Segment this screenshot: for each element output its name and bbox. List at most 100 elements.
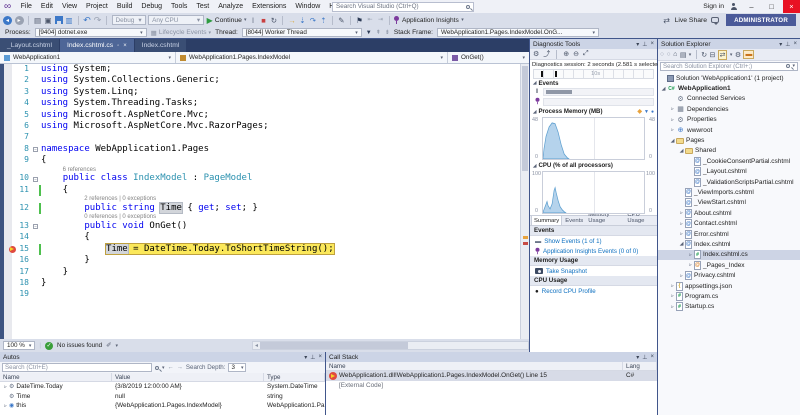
take-snapshot-link[interactable]: Take Snapshot	[530, 266, 657, 276]
breakpoint-margin[interactable]	[0, 64, 12, 75]
codelens-indicator[interactable]: 2 references | 0 exceptions	[41, 196, 156, 203]
outline-margin[interactable]	[32, 214, 39, 221]
codelens-row[interactable]: 0 references | 0 exceptions	[0, 214, 520, 221]
document-tab[interactable]: Index.cshtml	[135, 39, 187, 52]
project-dropdown[interactable]: WebApplication1▾	[0, 52, 176, 63]
redo-icon[interactable]: ↷	[94, 15, 102, 26]
breakpoint-margin[interactable]	[0, 87, 12, 98]
tree-item[interactable]: ▹#Startup.cs	[658, 302, 800, 312]
maximize-button[interactable]: □	[763, 0, 780, 13]
bookmark-icon[interactable]: ⚑	[355, 15, 363, 26]
menu-window[interactable]: Window	[291, 0, 325, 13]
expander-icon[interactable]: ▹	[678, 210, 685, 216]
tree-item[interactable]: ▹@Error.cshtml	[658, 229, 800, 239]
outline-margin[interactable]	[32, 244, 39, 255]
stack-frame-dropdown[interactable]: WebApplication1.Pages.IndexModel.OnG...▾	[437, 28, 599, 38]
outline-margin[interactable]	[32, 185, 39, 196]
breakpoint-margin[interactable]	[0, 244, 12, 255]
undo-icon[interactable]: ↶	[83, 15, 91, 26]
show-events-link[interactable]: ▬ Show Events (1 of 1)	[530, 236, 657, 246]
outline-margin[interactable]	[32, 232, 39, 243]
tree-item[interactable]: ▹@About.cshtml	[658, 208, 800, 218]
open-file-icon[interactable]: ▣	[44, 15, 52, 26]
navigate-back-icon[interactable]: ◂	[3, 16, 12, 25]
outline-margin[interactable]	[32, 301, 39, 339]
save-icon[interactable]	[55, 16, 63, 24]
tree-item[interactable]: ▹▦Dependencies	[658, 104, 800, 114]
editor-vertical-scrollbar[interactable]	[520, 64, 529, 339]
prev-frame-icon[interactable]: ⇞	[376, 29, 381, 36]
tree-item[interactable]: ▹@_Pages_Index	[658, 260, 800, 270]
tree-item[interactable]: @_ValidationScriptsPartial.cshtml	[658, 177, 800, 187]
record-cpu-link[interactable]: ● Record CPU Profile	[530, 286, 657, 296]
type-dropdown[interactable]: WebApplication1.Pages.IndexModel▾	[176, 52, 448, 63]
tree-item[interactable]: @_ViewImports.cshtml	[658, 187, 800, 197]
lifecycle-events-dropdown[interactable]: ▦ Lifecycle Events▾	[151, 29, 211, 37]
process-dropdown[interactable]: [9404] dotnet.exe▾	[35, 28, 147, 38]
autos-row[interactable]: ▹◉this{WebApplication1.Pages.IndexModel}…	[0, 401, 325, 411]
close-icon[interactable]: ×	[318, 354, 322, 360]
memory-section-header[interactable]: ◢Process Memory (MB) ◆ ▼ ●	[530, 107, 657, 116]
back-icon[interactable]: ○	[660, 51, 664, 58]
breakpoint-margin[interactable]	[0, 278, 12, 289]
breakpoint-margin[interactable]	[0, 221, 12, 232]
breakpoint-margin[interactable]	[0, 301, 12, 339]
outline-margin[interactable]	[32, 203, 39, 214]
codelens-indicator[interactable]: 0 references | 0 exceptions	[41, 214, 156, 221]
application-insights-dropdown[interactable]: Application Insights	[402, 17, 459, 24]
outline-margin[interactable]	[32, 75, 39, 86]
expander-icon[interactable]: ▹	[669, 293, 676, 299]
expander-icon[interactable]: ▹	[678, 221, 685, 227]
prev-bookmark-icon[interactable]: ⇤	[366, 15, 374, 26]
pin-icon[interactable]: ⊥	[785, 41, 790, 48]
close-button[interactable]: ×	[783, 0, 800, 13]
sign-in-link[interactable]: Sign in	[703, 3, 724, 10]
reset-view-icon[interactable]: ⤢	[583, 50, 589, 58]
info-icon[interactable]: ●	[651, 109, 654, 115]
pin-icon[interactable]: ⊥	[642, 41, 647, 48]
menu-extensions[interactable]: Extensions	[248, 0, 291, 13]
pin-icon[interactable]: ⊥	[310, 354, 315, 361]
expander-icon[interactable]: ▹	[2, 384, 9, 390]
preview-selected-items-icon[interactable]: ▬	[743, 50, 754, 59]
code-cleanup-icon[interactable]: ✐	[106, 342, 111, 349]
expander-icon[interactable]: ◢	[678, 241, 685, 247]
expander-icon[interactable]: ▹	[678, 273, 685, 279]
window-position-icon[interactable]: ▾	[636, 41, 639, 48]
show-next-statement-icon[interactable]: →	[288, 15, 296, 26]
outline-margin[interactable]	[32, 132, 39, 143]
menu-analyze[interactable]: Analyze	[214, 0, 248, 13]
autos-column-header[interactable]: Type	[264, 373, 325, 381]
expander-icon[interactable]: ▹	[669, 106, 676, 112]
solution-search-input[interactable]: Search Solution Explorer (Ctrl+;) ▾	[660, 62, 798, 71]
menu-view[interactable]: View	[57, 0, 81, 13]
codelens-indicator[interactable]: 6 references	[41, 167, 96, 174]
outline-margin[interactable]	[32, 267, 39, 278]
expander-icon[interactable]: ▹	[687, 262, 694, 268]
tree-item[interactable]: @_ViewStart.cshtml	[658, 198, 800, 208]
collapse-box-icon[interactable]: −	[33, 177, 38, 182]
search-depth-dropdown[interactable]: 3▾	[228, 363, 246, 372]
call-stack-column-header[interactable]: Name	[326, 362, 623, 370]
breakpoint-margin[interactable]	[0, 173, 12, 184]
next-bookmark-icon[interactable]: ⇥	[376, 15, 384, 26]
breakpoint-margin[interactable]	[0, 203, 12, 214]
close-icon[interactable]: ×	[650, 354, 654, 360]
call-stack-frame[interactable]: WebApplication1.dll!WebApplication1.Page…	[326, 371, 657, 381]
step-over-icon[interactable]: ↷	[309, 15, 317, 26]
autos-column-header[interactable]: Value	[112, 373, 264, 381]
window-position-icon[interactable]: ▾	[304, 354, 307, 361]
breakpoint-margin[interactable]	[0, 132, 12, 143]
step-into-icon[interactable]: ⇣	[298, 15, 306, 26]
expander-icon[interactable]: ▹	[687, 252, 694, 258]
outline-margin[interactable]: −	[32, 144, 39, 155]
tree-item[interactable]: ◢Shared	[658, 146, 800, 156]
tree-item[interactable]: Solution 'WebApplication1' (1 project)	[658, 73, 800, 83]
tree-item[interactable]: ▹@Privacy.cshtml	[658, 270, 800, 280]
thread-dropdown[interactable]: [8044] Worker Thread▾	[242, 28, 362, 38]
autos-column-header[interactable]: Name	[0, 373, 112, 381]
navigate-forward-icon[interactable]: ▸	[15, 16, 24, 25]
breakpoint-margin[interactable]	[0, 155, 12, 166]
document-tab[interactable]: Index.cshtml.cs◦×	[60, 39, 134, 52]
user-icon[interactable]	[730, 3, 737, 10]
